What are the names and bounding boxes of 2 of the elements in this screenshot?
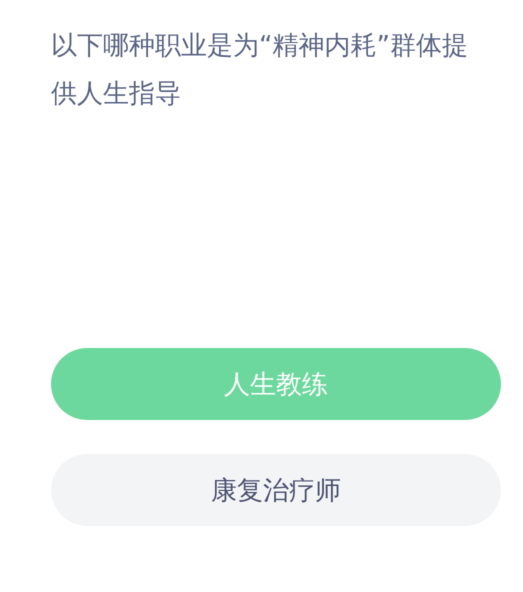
question-text: 以下哪种职业是为“精神内耗”群体提供人生指导: [51, 30, 469, 111]
answer-option[interactable]: 康复治疗师: [51, 454, 501, 526]
